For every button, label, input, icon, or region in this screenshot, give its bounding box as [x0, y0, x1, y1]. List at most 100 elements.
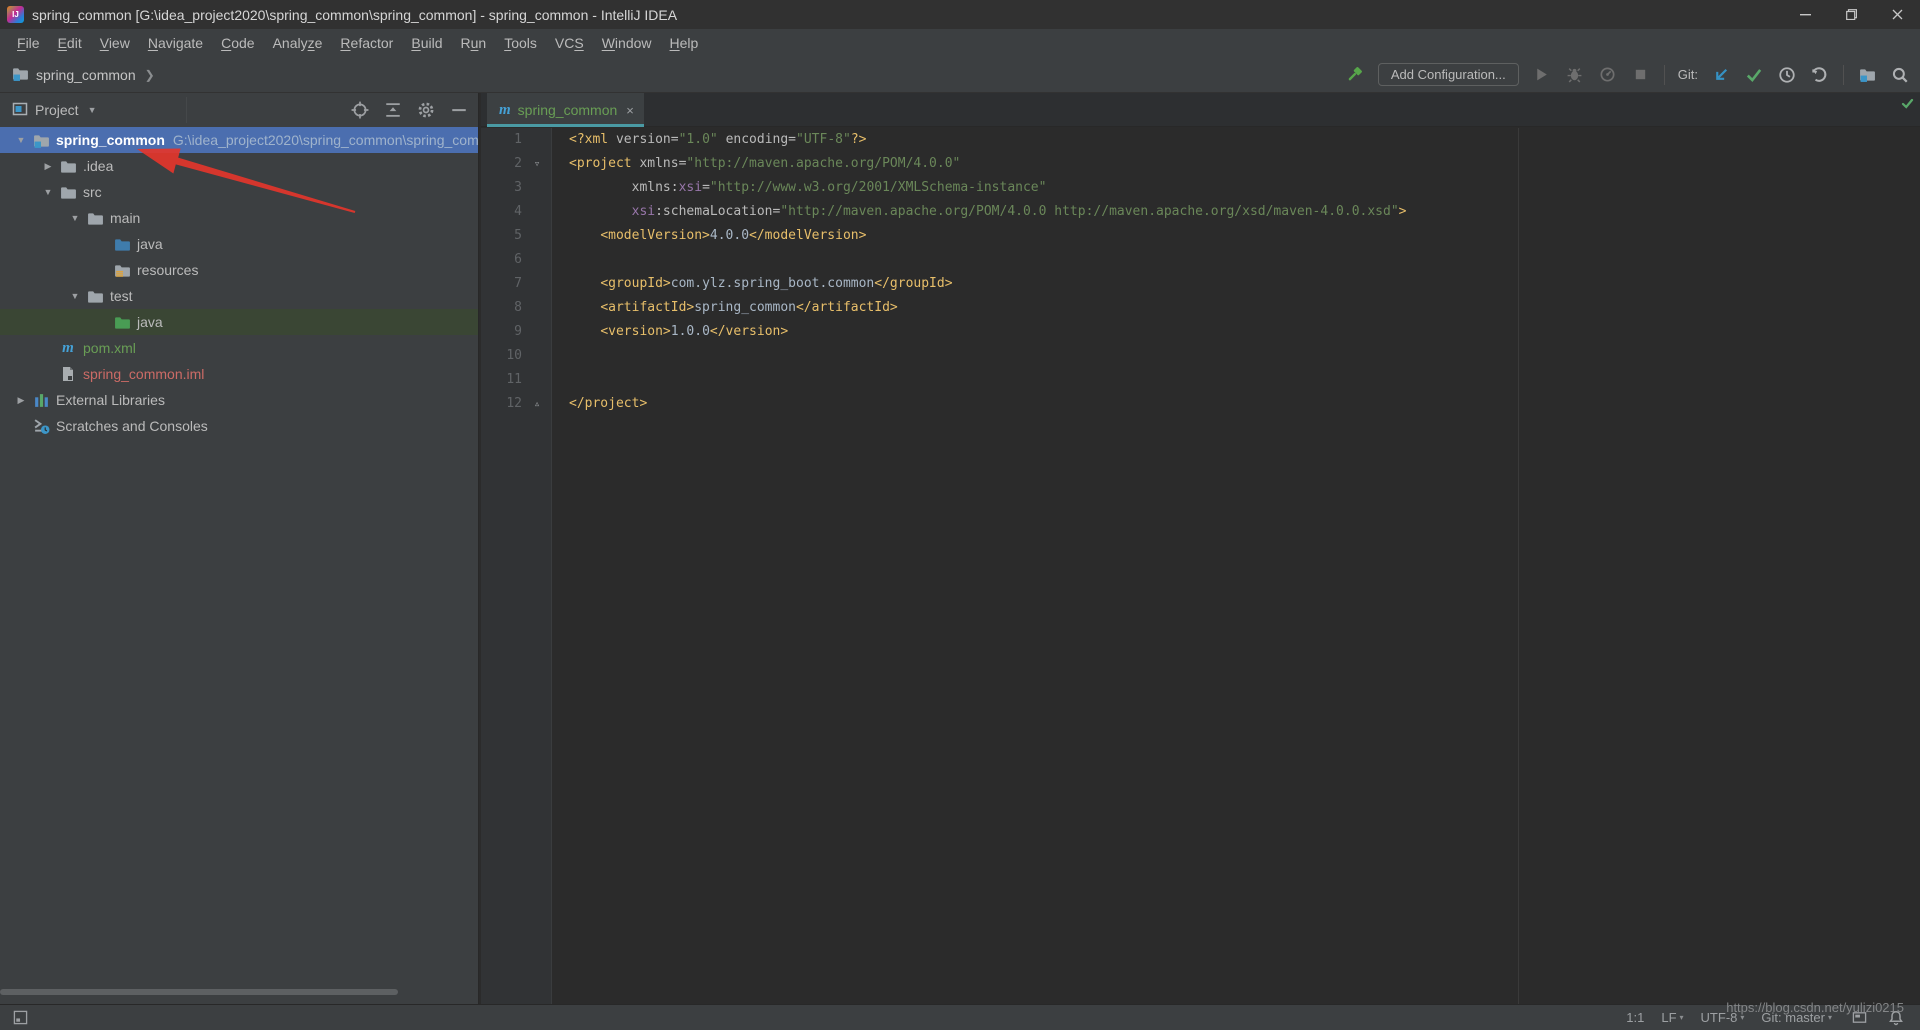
line-number: 3 — [481, 176, 522, 200]
scrollbar-thumb[interactable] — [0, 989, 398, 995]
panel-settings-button[interactable] — [417, 101, 435, 119]
tree-chevron-down-icon[interactable]: ▼ — [64, 213, 86, 223]
tree-item-label[interactable]: java — [137, 314, 163, 330]
tree-chevron-down-icon[interactable]: ▼ — [10, 135, 32, 145]
stop-button[interactable] — [1631, 65, 1651, 85]
tree-item-label[interactable]: Scratches and Consoles — [56, 418, 208, 434]
tree-item-label[interactable]: spring_common — [56, 132, 165, 148]
git-history-button[interactable] — [1777, 65, 1797, 85]
code-editor[interactable]: 1<?xml version="1.0" encoding="UTF-8"?>2… — [481, 128, 1920, 1004]
code-line-8[interactable]: 8 <artifactId>spring_common</artifactId> — [481, 296, 1920, 320]
code-line-5[interactable]: 5 <modelVersion>4.0.0</modelVersion> — [481, 224, 1920, 248]
git-commit-button[interactable] — [1744, 65, 1764, 85]
code-text: xsi:schemaLocation="http://maven.apache.… — [552, 200, 1406, 224]
code-line-3[interactable]: 3 xmlns:xsi="http://www.w3.org/2001/XMLS… — [481, 176, 1920, 200]
menu-view[interactable]: View — [91, 31, 139, 55]
tree-item-spring-common[interactable]: ▼spring_commonG:\idea_project2020\spring… — [0, 127, 478, 153]
code-line-1[interactable]: 1<?xml version="1.0" encoding="UTF-8"?> — [481, 128, 1920, 152]
tree-chevron-right-icon[interactable]: ▶ — [37, 161, 59, 172]
tree-item-external-libraries[interactable]: ▶ External Libraries — [0, 387, 478, 413]
inspections-ok-icon[interactable] — [1900, 96, 1915, 111]
tree-item-label[interactable]: spring_common.iml — [83, 366, 204, 382]
menu-code[interactable]: Code — [212, 31, 263, 55]
collapse-all-button[interactable] — [384, 101, 402, 119]
tree-item-label[interactable]: .idea — [83, 158, 113, 174]
status-lf[interactable]: LF▾ — [1661, 1010, 1683, 1025]
menu-navigate[interactable]: Navigate — [139, 31, 212, 55]
tree-item-label[interactable]: main — [110, 210, 140, 226]
tool-window-toggle-icon[interactable] — [10, 1008, 30, 1028]
code-line-7[interactable]: 7 <groupId>com.ylz.spring_boot.common</g… — [481, 272, 1920, 296]
menu-analyze[interactable]: Analyze — [264, 31, 332, 55]
menu-vcs[interactable]: VCS — [546, 31, 593, 55]
code-text: <version>1.0.0</version> — [552, 320, 788, 344]
hide-panel-button[interactable] — [450, 101, 468, 119]
profiler-button[interactable] — [1598, 65, 1618, 85]
breadcrumb-label[interactable]: spring_common — [36, 67, 136, 83]
menu-window[interactable]: Window — [593, 31, 661, 55]
tree-item-java[interactable]: java — [0, 231, 478, 257]
code-line-6[interactable]: 6 — [481, 248, 1920, 272]
tree-chevron-right-icon[interactable]: ▶ — [10, 395, 32, 406]
close-button[interactable] — [1874, 0, 1920, 29]
status-1-1[interactable]: 1:1 — [1626, 1010, 1644, 1025]
code-line-10[interactable]: 10 — [481, 344, 1920, 368]
fold-marker-icon[interactable]: ▵ — [522, 392, 552, 416]
breadcrumb[interactable]: spring_common ❯ — [0, 65, 155, 85]
locate-file-button[interactable] — [351, 101, 369, 119]
search-everywhere-button[interactable] — [1890, 65, 1910, 85]
tree-item-test[interactable]: ▼ test — [0, 283, 478, 309]
build-project-button[interactable] — [1345, 65, 1365, 85]
tab-close-icon[interactable]: × — [626, 103, 634, 118]
minimize-button[interactable] — [1782, 0, 1828, 29]
tree-item-pom-xml[interactable]: mpom.xml — [0, 335, 478, 361]
menu-file[interactable]: File — [8, 31, 49, 55]
fold-marker-icon[interactable]: ▿ — [522, 152, 552, 176]
debug-button[interactable] — [1565, 65, 1585, 85]
tree-item-label[interactable]: pom.xml — [83, 340, 136, 356]
menu-build[interactable]: Build — [402, 31, 451, 55]
code-line-11[interactable]: 11 — [481, 368, 1920, 392]
menu-edit[interactable]: Edit — [49, 31, 91, 55]
fold-spacer — [522, 368, 552, 392]
code-line-9[interactable]: 9 <version>1.0.0</version> — [481, 320, 1920, 344]
add-configuration-button[interactable]: Add Configuration... — [1378, 63, 1519, 86]
tree-item-label[interactable]: External Libraries — [56, 392, 165, 408]
tree-item-scratches-and-consoles[interactable]: Scratches and Consoles — [0, 413, 478, 439]
maximize-button[interactable] — [1828, 0, 1874, 29]
git-update-button[interactable] — [1711, 65, 1731, 85]
tree-item-main[interactable]: ▼ main — [0, 205, 478, 231]
menu-refactor[interactable]: Refactor — [331, 31, 402, 55]
project-panel-title[interactable]: Project — [35, 102, 79, 118]
tree-item-label[interactable]: java — [137, 236, 163, 252]
code-line-12[interactable]: 12▵</project> — [481, 392, 1920, 416]
code-line-2[interactable]: 2▿<project xmlns="http://maven.apache.or… — [481, 152, 1920, 176]
code-line-4[interactable]: 4 xsi:schemaLocation="http://maven.apach… — [481, 200, 1920, 224]
tab-label[interactable]: spring_common — [518, 102, 618, 118]
line-number: 4 — [481, 200, 522, 224]
tree-item-label[interactable]: test — [110, 288, 133, 304]
select-in-project-button[interactable] — [1857, 65, 1877, 85]
tree-chevron-down-icon[interactable]: ▼ — [37, 187, 59, 197]
project-view-selector[interactable]: Project ▼ — [12, 101, 97, 120]
tree-item-label[interactable]: resources — [137, 262, 198, 278]
project-horizontal-scrollbar[interactable] — [0, 987, 479, 997]
scratches-icon — [32, 417, 50, 435]
tree-item-spring-common-iml[interactable]: spring_common.iml — [0, 361, 478, 387]
tree-item-label[interactable]: src — [83, 184, 102, 200]
tree-item-src[interactable]: ▼ src — [0, 179, 478, 205]
tree-chevron-down-icon[interactable]: ▼ — [64, 291, 86, 301]
menu-run[interactable]: Run — [452, 31, 496, 55]
res-folder-icon — [113, 261, 131, 279]
git-rollback-button[interactable] — [1810, 65, 1830, 85]
tree-item-resources[interactable]: resources — [0, 257, 478, 283]
active-tab-underline — [487, 124, 644, 127]
run-button[interactable] — [1532, 65, 1552, 85]
tab-spring-common[interactable]: m spring_common × — [487, 93, 644, 127]
folder-icon — [86, 287, 104, 305]
tree-item-java[interactable]: java — [0, 309, 478, 335]
navigation-toolbar: spring_common ❯ Add Configuration... Git… — [0, 57, 1920, 93]
menu-help[interactable]: Help — [661, 31, 708, 55]
tree-item--idea[interactable]: ▶ .idea — [0, 153, 478, 179]
menu-tools[interactable]: Tools — [495, 31, 546, 55]
